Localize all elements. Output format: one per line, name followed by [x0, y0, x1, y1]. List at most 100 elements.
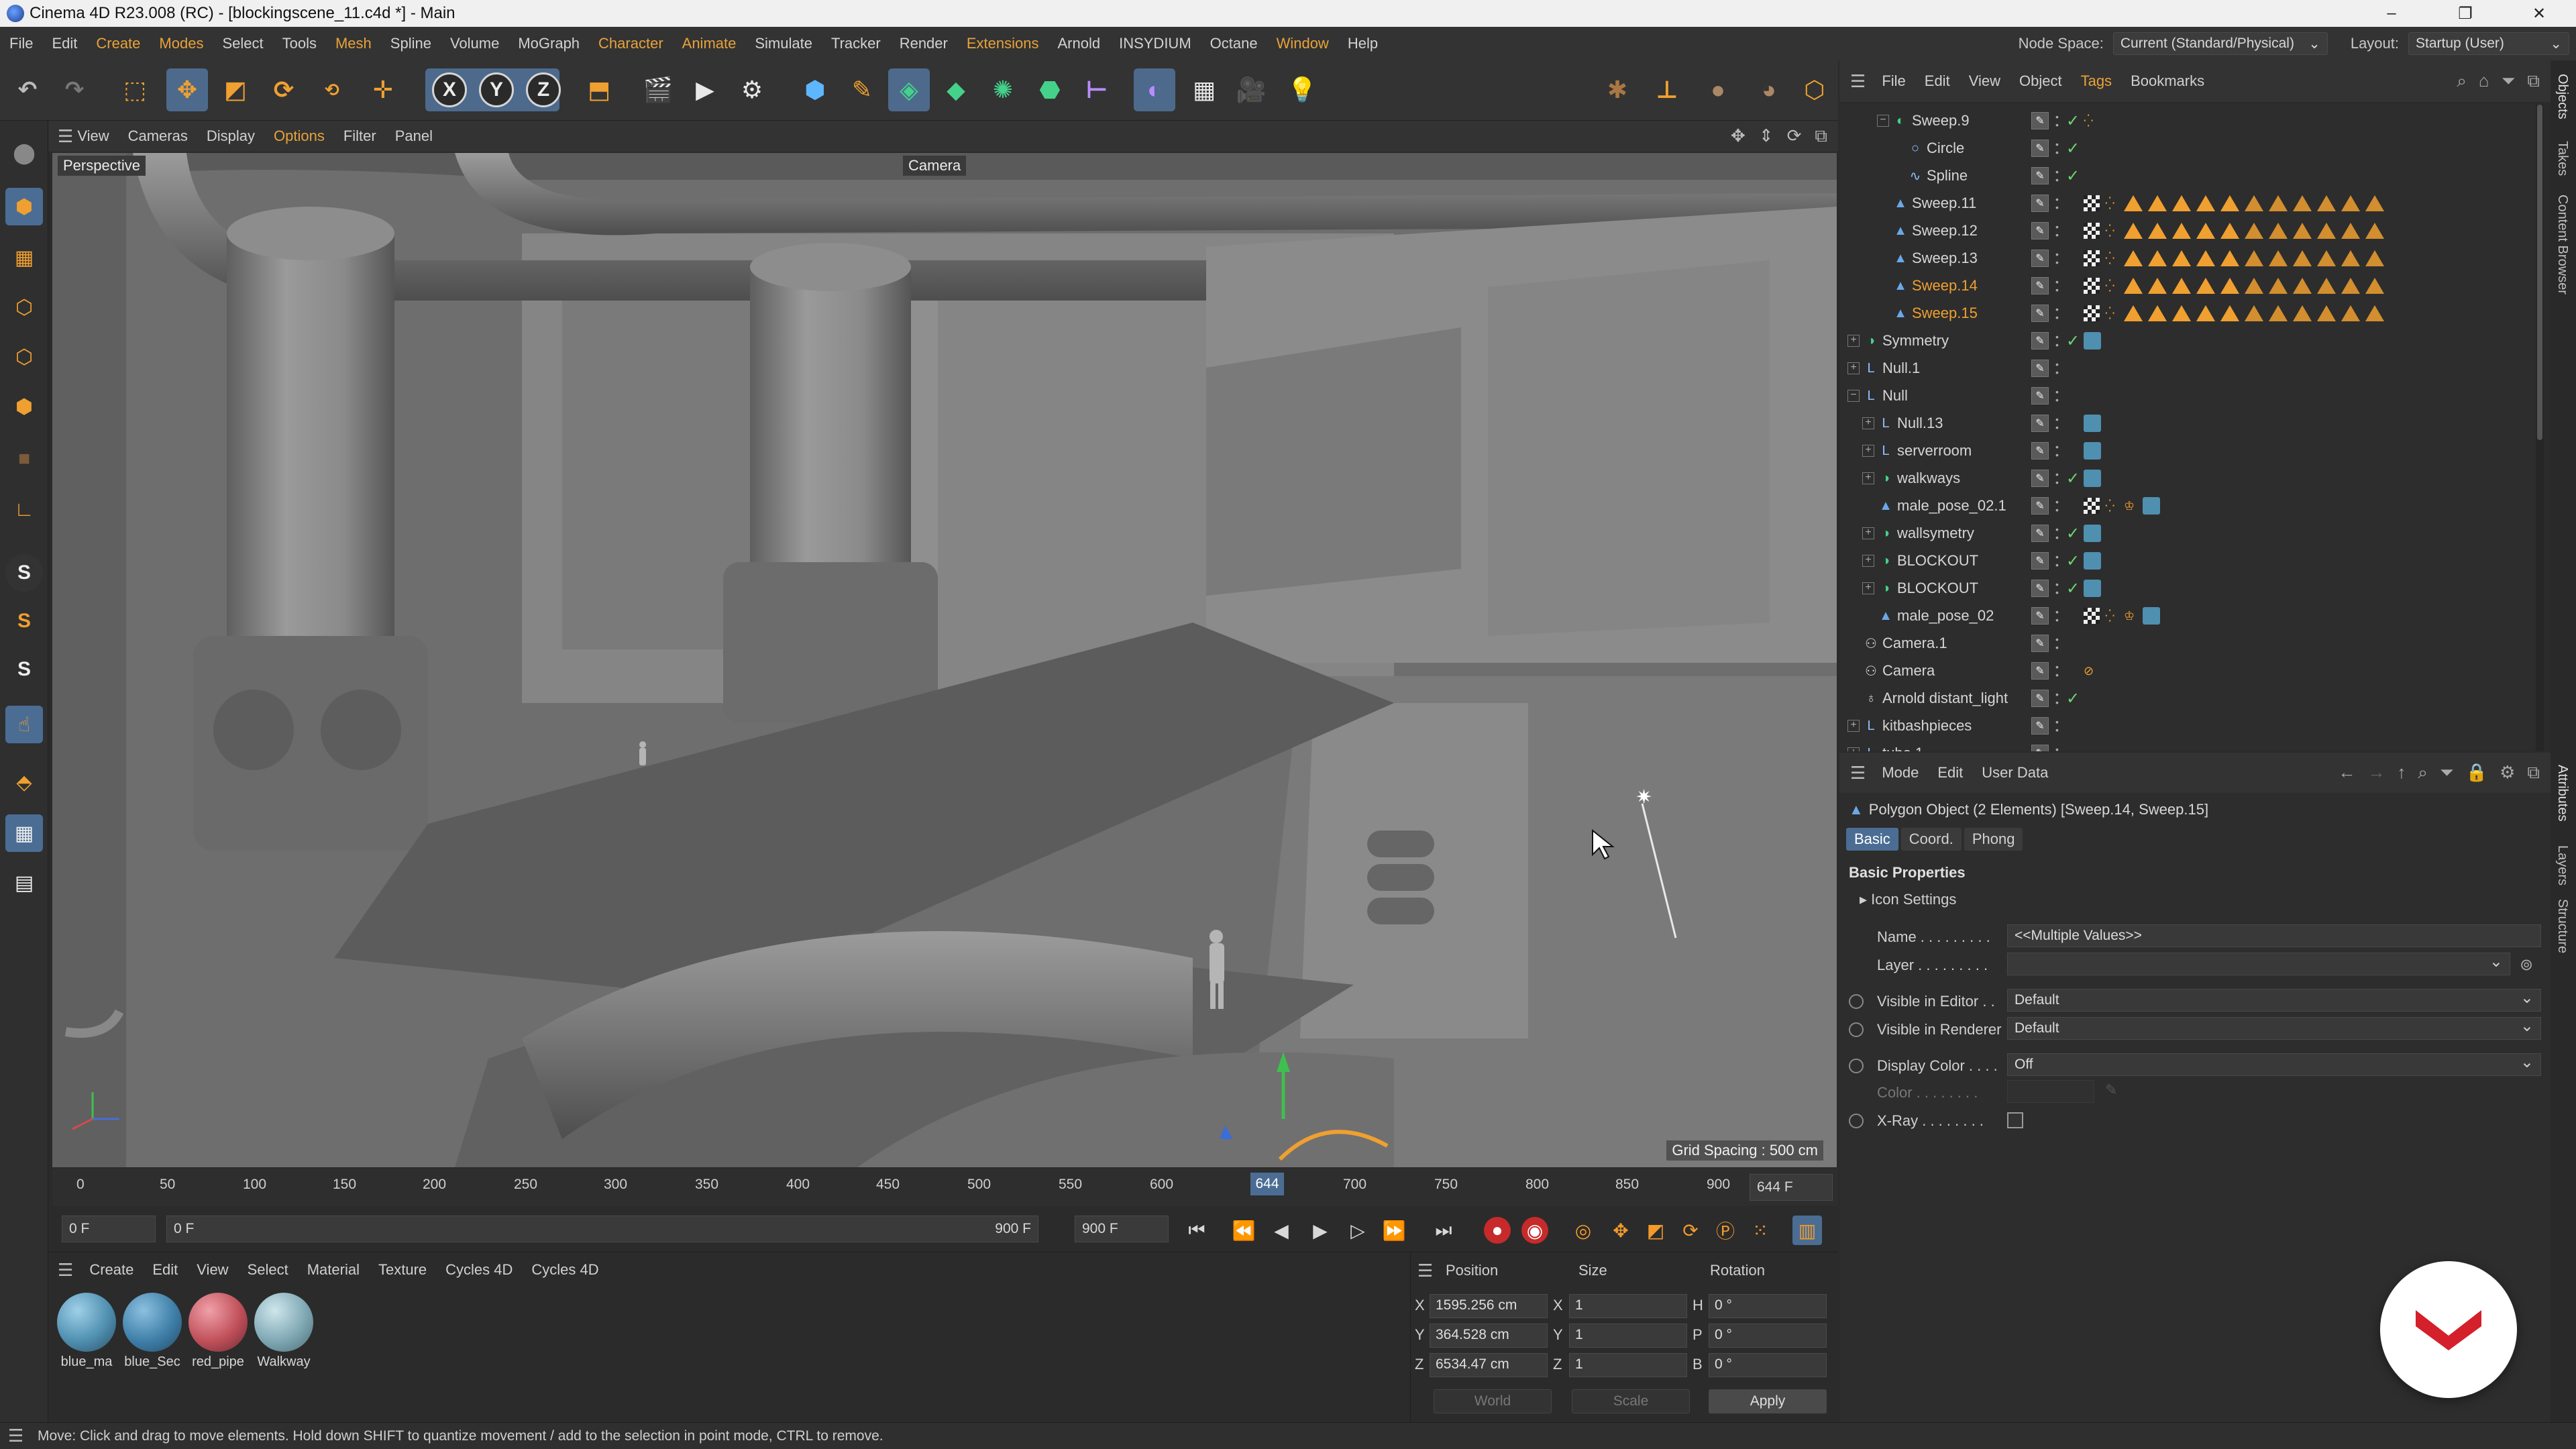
rotate-tool-icon[interactable]: ⟳: [263, 68, 305, 111]
next-key-icon[interactable]: ⏩: [1379, 1216, 1409, 1245]
object-tree-row[interactable]: ▲ Sweep.14 ✎ • • ⁛: [1839, 272, 2537, 299]
layer-icon[interactable]: ✎: [2031, 250, 2049, 267]
selection-tag-icon[interactable]: ⁛: [2105, 499, 2118, 513]
expand-toggle-icon[interactable]: +: [1862, 417, 1874, 429]
texture-tag-icon[interactable]: [2084, 278, 2100, 294]
grid-snap-icon[interactable]: ▦: [5, 814, 43, 852]
mat-menu-texture[interactable]: Texture: [369, 1261, 436, 1279]
prev-frame-icon[interactable]: ◀: [1267, 1216, 1296, 1245]
visibility-dots-icon[interactable]: ••: [2055, 332, 2062, 350]
layer-icon[interactable]: ✎: [2031, 690, 2049, 707]
visibility-dots-icon[interactable]: ••: [2055, 250, 2062, 267]
object-tree-row[interactable]: ⚇ Camera ✎ • • ⊘: [1839, 657, 2537, 684]
material-swatch[interactable]: blue_ma: [55, 1293, 118, 1370]
enabled-check-icon[interactable]: ✓: [2066, 166, 2080, 186]
key-pla-icon[interactable]: ⁙: [1746, 1216, 1775, 1245]
side-tab-objects[interactable]: Objects: [2555, 74, 2570, 119]
polygon-selection-tag-icon[interactable]: [2365, 278, 2384, 294]
visibility-dots-icon[interactable]: ••: [2055, 112, 2062, 129]
polygon-selection-tag-icon[interactable]: [2196, 250, 2215, 266]
visibility-dots-icon[interactable]: ••: [2055, 690, 2062, 707]
material-tag-icon[interactable]: [2084, 415, 2101, 432]
visibility-dots-icon[interactable]: ••: [2055, 387, 2062, 405]
menu-select[interactable]: Select: [213, 35, 272, 52]
expand-toggle-icon[interactable]: +: [1847, 335, 1860, 347]
minimize-button[interactable]: –: [2355, 0, 2428, 27]
menu-mograph[interactable]: MoGraph: [508, 35, 589, 52]
layer-icon[interactable]: ✎: [2031, 332, 2049, 350]
preview-range-slider[interactable]: 0 F 900 F: [166, 1216, 1038, 1242]
hamburger-icon[interactable]: ☰: [8, 1426, 23, 1446]
layer-icon[interactable]: ✎: [2031, 552, 2049, 570]
side-tab-content-browser[interactable]: Content Browser: [2555, 195, 2570, 294]
polygon-selection-tag-icon[interactable]: [2220, 195, 2239, 211]
side-tab-structure[interactable]: Structure: [2555, 899, 2570, 953]
polygon-selection-tag-icon[interactable]: [2245, 250, 2263, 266]
scale-tool-icon[interactable]: ◩: [215, 68, 256, 111]
polygon-selection-tag-icon[interactable]: [2196, 195, 2215, 211]
rotation-p-field[interactable]: 0 °: [1709, 1324, 1827, 1348]
polygon-selection-tag-icon[interactable]: [2220, 305, 2239, 321]
menu-file[interactable]: File: [0, 35, 42, 52]
polygon-selection-tag-icon[interactable]: [2293, 250, 2312, 266]
expand-toggle-icon[interactable]: +: [1862, 527, 1874, 539]
visibility-dots-icon[interactable]: ••: [2055, 415, 2062, 432]
texture-tag-icon[interactable]: [2084, 498, 2100, 514]
key-parameter-icon[interactable]: Ⓟ: [1711, 1216, 1740, 1245]
menu-edit[interactable]: Edit: [42, 35, 87, 52]
object-tree-row[interactable]: ▲ Sweep.15 ✎ • • ⁛: [1839, 300, 2537, 327]
render-picture-viewer-icon[interactable]: ▶: [684, 68, 726, 111]
menu-tracker[interactable]: Tracker: [822, 35, 890, 52]
size-x-field[interactable]: 1: [1569, 1294, 1687, 1318]
menu-modes[interactable]: Modes: [150, 35, 213, 52]
layer-icon[interactable]: ✎: [2031, 525, 2049, 542]
material-swatch[interactable]: blue_Sec: [121, 1293, 184, 1370]
am-menu-user-data[interactable]: User Data: [1972, 764, 2057, 782]
material-tag-icon[interactable]: [2143, 607, 2160, 625]
maximize-view-icon[interactable]: ⧉: [1815, 125, 1827, 147]
layer-icon[interactable]: ✎: [2031, 580, 2049, 597]
polygon-selection-tag-icon[interactable]: [2148, 223, 2167, 239]
snap-icon[interactable]: S: [5, 554, 43, 592]
object-tree-row[interactable]: ▲ male_pose_02 ✎ • • ⁛ ♔: [1839, 602, 2537, 629]
timeline-window-icon[interactable]: ▥: [1792, 1216, 1822, 1245]
locked-workplane-icon[interactable]: ▤: [5, 864, 43, 902]
layer-icon[interactable]: ✎: [2031, 360, 2049, 377]
polygon-selection-tag-icon[interactable]: [2365, 223, 2384, 239]
vp-menu-view[interactable]: View: [68, 127, 118, 145]
mat-menu-edit[interactable]: Edit: [143, 1261, 187, 1279]
layer-icon[interactable]: ✎: [2031, 662, 2049, 680]
object-tree-row[interactable]: ♁ Arnold distant_light ✎ • • ✓: [1839, 685, 2537, 712]
polygon-selection-tag-icon[interactable]: [2172, 195, 2191, 211]
polygon-selection-tag-icon[interactable]: [2124, 250, 2143, 266]
enabled-check-icon[interactable]: ✓: [2066, 689, 2080, 708]
deformer-bend-icon[interactable]: ⊢: [1076, 68, 1118, 111]
mat-menu-material[interactable]: Material: [298, 1261, 369, 1279]
object-tree-row[interactable]: ∿ Spline ✎ • • ✓: [1839, 162, 2537, 189]
expand-toggle-icon[interactable]: −: [1877, 115, 1889, 127]
rotation-h-field[interactable]: 0 °: [1709, 1294, 1827, 1318]
layout-select[interactable]: Startup (User) ⌄: [2408, 32, 2569, 55]
polygon-selection-tag-icon[interactable]: [2293, 278, 2312, 294]
key-position-icon[interactable]: ✥: [1606, 1216, 1635, 1245]
visibility-dots-icon[interactable]: ••: [2055, 607, 2062, 625]
pose-tag-icon[interactable]: ♔: [2124, 609, 2137, 623]
camera-object-icon[interactable]: 🎥: [1230, 68, 1272, 111]
subdivision-generator-icon[interactable]: ◈: [888, 68, 930, 111]
render-settings-icon[interactable]: ⚙: [731, 68, 773, 111]
transform-tool-icon[interactable]: ✛: [362, 68, 404, 111]
layer-icon[interactable]: ✎: [2031, 717, 2049, 735]
octane-tool-icon[interactable]: ✱: [1597, 68, 1638, 111]
sculpt-brush-icon[interactable]: ●: [1697, 68, 1739, 111]
menu-extensions[interactable]: Extensions: [957, 35, 1049, 52]
polygon-selection-tag-icon[interactable]: [2124, 278, 2143, 294]
attr-name-field[interactable]: <<Multiple Values>>: [2007, 924, 2541, 947]
new-window-icon[interactable]: ⧉: [2527, 70, 2540, 92]
xray-checkbox[interactable]: [2007, 1112, 2023, 1128]
vp-menu-filter[interactable]: Filter: [334, 127, 386, 145]
polygon-selection-tag-icon[interactable]: [2220, 278, 2239, 294]
side-tab-takes[interactable]: Takes: [2555, 141, 2570, 176]
expand-toggle-icon[interactable]: −: [1847, 390, 1860, 402]
polygon-selection-tag-icon[interactable]: [2148, 278, 2167, 294]
expand-toggle-icon[interactable]: +: [1847, 362, 1860, 374]
